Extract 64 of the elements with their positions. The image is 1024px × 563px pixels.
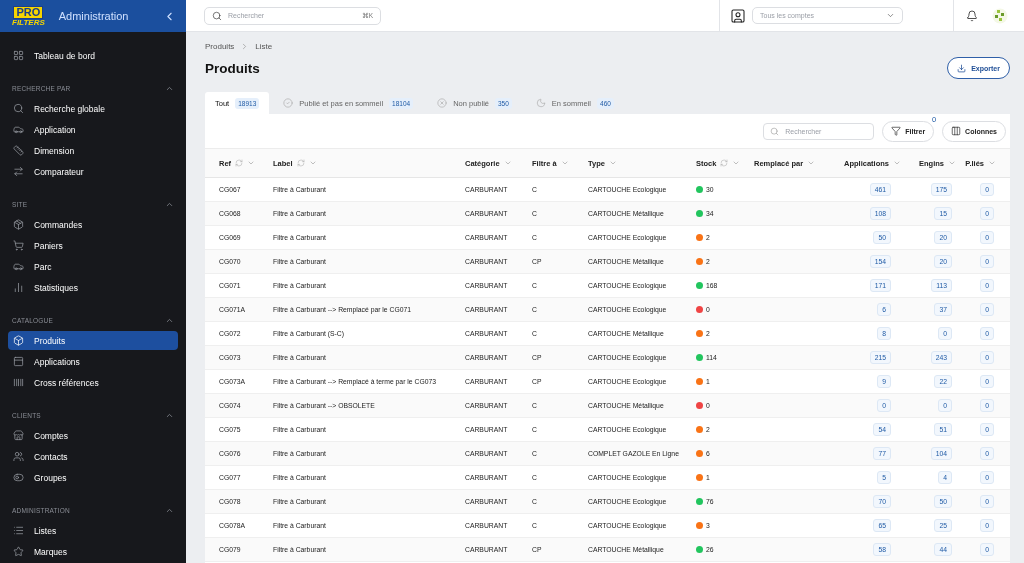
breadcrumb-link[interactable]: Liste — [255, 42, 273, 51]
download-icon — [957, 63, 967, 73]
car-icon — [13, 261, 24, 272]
chevron-icon — [988, 159, 996, 167]
cart-icon — [13, 240, 24, 251]
logo: PRO FILTERS — [12, 5, 45, 27]
refresh-icon — [720, 159, 729, 167]
users-icon — [13, 451, 24, 462]
star-icon — [13, 546, 24, 557]
page-title: Produits — [205, 60, 260, 76]
search-icon — [212, 10, 222, 21]
sidebar-item[interactable]: Marques — [8, 542, 178, 561]
user-icon — [730, 7, 746, 24]
sidebar-item[interactable]: Listes — [8, 521, 178, 540]
grid-icon — [13, 50, 24, 61]
box-icon — [13, 219, 24, 230]
columns-icon — [951, 126, 962, 136]
chevron-icon — [893, 159, 901, 167]
check-circle-icon — [283, 98, 294, 108]
chevron-icon — [948, 159, 956, 167]
chevron-icon — [886, 11, 895, 20]
chevron-icon — [308, 159, 317, 167]
sidebar-item[interactable]: Applications — [8, 352, 178, 371]
arrows-icon — [13, 166, 24, 177]
sidebar-item[interactable]: Commandes — [8, 215, 178, 234]
sidebar-item[interactable]: Cross références — [8, 373, 178, 392]
sidebar-item[interactable]: Contacts — [8, 447, 178, 466]
list-icon — [13, 525, 24, 536]
sidebar-item[interactable]: Application — [8, 120, 178, 139]
sidebar-item[interactable]: Groupes — [8, 468, 178, 487]
sidebar-item[interactable]: Produits — [8, 331, 178, 350]
x-circle-icon — [437, 98, 448, 108]
moon-icon — [535, 98, 546, 108]
bar-chart-icon — [13, 282, 24, 293]
ruler-icon — [13, 145, 24, 156]
sidebar-item[interactable]: Paniers — [8, 236, 178, 255]
sidebar-item[interactable]: Parc — [8, 257, 178, 276]
bell-icon[interactable] — [966, 9, 978, 22]
sidebar-item[interactable]: Comparateur — [8, 162, 178, 181]
sidebar-item[interactable]: Recherche globale — [8, 99, 178, 118]
search-icon — [770, 126, 780, 136]
search-icon — [13, 103, 24, 114]
chevron-icon — [560, 159, 569, 167]
app-title: Administration — [58, 10, 130, 22]
chevron-icon — [503, 159, 512, 167]
toggle-icon — [13, 472, 24, 483]
box-icon — [13, 335, 24, 346]
refresh-icon — [235, 159, 244, 167]
refresh-icon — [296, 159, 305, 167]
breadcrumb-link[interactable]: Produits — [205, 42, 235, 51]
panel-icon — [13, 356, 24, 367]
avatar-icon[interactable] — [992, 7, 1008, 24]
sidebar-item[interactable]: Comptes — [8, 426, 178, 445]
sidebar-item[interactable]: Dimension — [8, 141, 178, 160]
store-icon — [13, 430, 24, 441]
car-icon — [13, 124, 24, 135]
chevron-icon — [247, 159, 256, 167]
chevron-icon — [608, 159, 617, 167]
filter-icon — [891, 126, 902, 136]
chevron-icon — [732, 159, 741, 167]
sidebar-item[interactable]: Tableau de bord — [8, 46, 178, 65]
barcode-icon — [13, 377, 24, 388]
sidebar-item[interactable]: Statistiques — [8, 278, 178, 297]
chevron-icon — [807, 159, 816, 167]
